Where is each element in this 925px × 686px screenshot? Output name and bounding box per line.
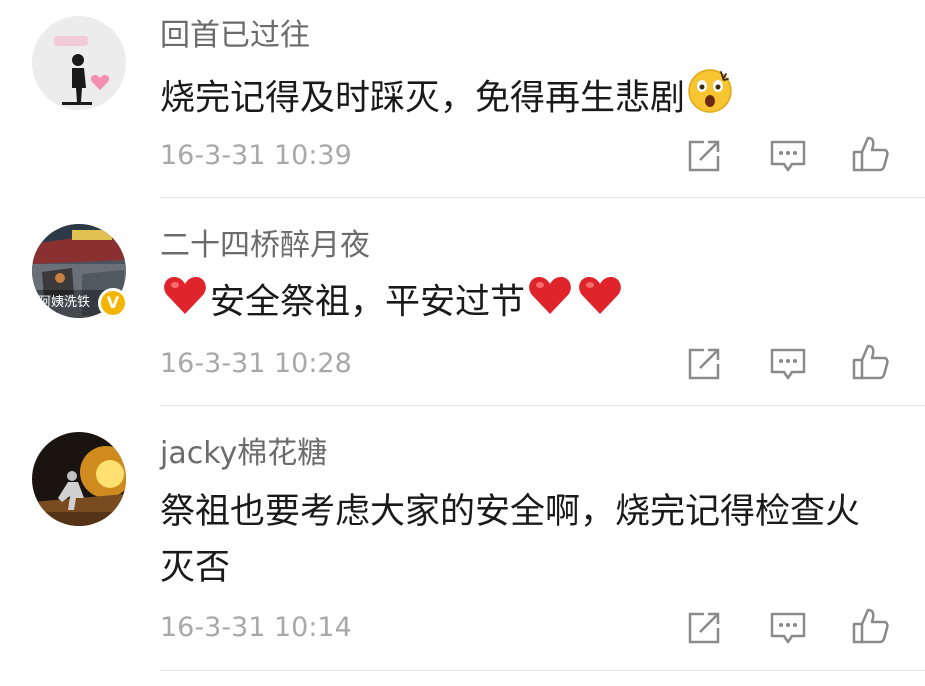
comment-icon xyxy=(770,140,806,172)
comment-text: 祭祖也要考虑大家的安全啊，烧完记得检查火灭否 xyxy=(160,484,880,596)
reply-button[interactable] xyxy=(768,136,808,176)
comment-item: 回首已过往 烧完记得及时踩灭，免得再生悲剧 16-3-31 10:39 xyxy=(0,0,925,198)
timestamp: 16-3-31 10:14 xyxy=(160,612,352,643)
username[interactable]: jacky棉花糖 xyxy=(160,434,327,474)
comment-text: 烧完记得及时踩灭，免得再生悲剧 xyxy=(160,68,880,131)
comment-text-body: 祭祖也要考虑大家的安全啊，烧完记得检查火灭否 xyxy=(160,492,861,588)
share-icon xyxy=(688,612,720,644)
comment-item: 阿姨洗铁 V 二十四桥醉月夜 安全祭祖，平安过节 16-3-31 10:28 xyxy=(0,198,925,406)
like-button[interactable] xyxy=(850,134,890,174)
shocked-face-icon xyxy=(687,68,733,131)
avatar[interactable] xyxy=(32,16,126,110)
username[interactable]: 二十四桥醉月夜 xyxy=(160,226,370,266)
comment-icon xyxy=(770,348,806,380)
reply-button[interactable] xyxy=(768,608,808,648)
avatar-label: 阿姨洗铁 xyxy=(38,295,90,310)
red-heart-icon xyxy=(527,274,573,333)
share-button[interactable] xyxy=(684,608,724,648)
thumbs-up-icon xyxy=(852,608,889,644)
divider xyxy=(160,670,925,671)
reply-button[interactable] xyxy=(768,344,808,384)
comment-feed: 回首已过往 烧完记得及时踩灭，免得再生悲剧 16-3-31 10:39 阿姨洗铁… xyxy=(0,0,925,686)
verified-badge: V xyxy=(98,288,128,318)
avatar[interactable] xyxy=(32,432,126,526)
thumbs-up-icon xyxy=(852,344,889,380)
red-heart-icon xyxy=(577,274,623,333)
comment-text: 安全祭祖，平安过节 xyxy=(160,274,880,333)
comment-text-body: 安全祭祖，平安过节 xyxy=(210,282,526,323)
share-icon xyxy=(688,140,720,172)
thumbs-up-icon xyxy=(852,136,889,172)
red-heart-icon xyxy=(162,274,208,333)
comment-icon xyxy=(770,612,806,644)
comment-item: jacky棉花糖 祭祖也要考虑大家的安全啊，烧完记得检查火灭否 16-3-31 … xyxy=(0,406,925,686)
comment-text-body: 烧完记得及时踩灭，免得再生悲剧 xyxy=(160,78,686,119)
timestamp: 16-3-31 10:28 xyxy=(160,348,352,379)
like-button[interactable] xyxy=(850,606,890,646)
timestamp: 16-3-31 10:39 xyxy=(160,140,352,171)
like-button[interactable] xyxy=(850,342,890,382)
avatar-image xyxy=(32,16,126,110)
share-button[interactable] xyxy=(684,136,724,176)
avatar-image xyxy=(32,432,126,526)
share-button[interactable] xyxy=(684,344,724,384)
share-icon xyxy=(688,348,720,380)
username[interactable]: 回首已过往 xyxy=(160,16,310,56)
